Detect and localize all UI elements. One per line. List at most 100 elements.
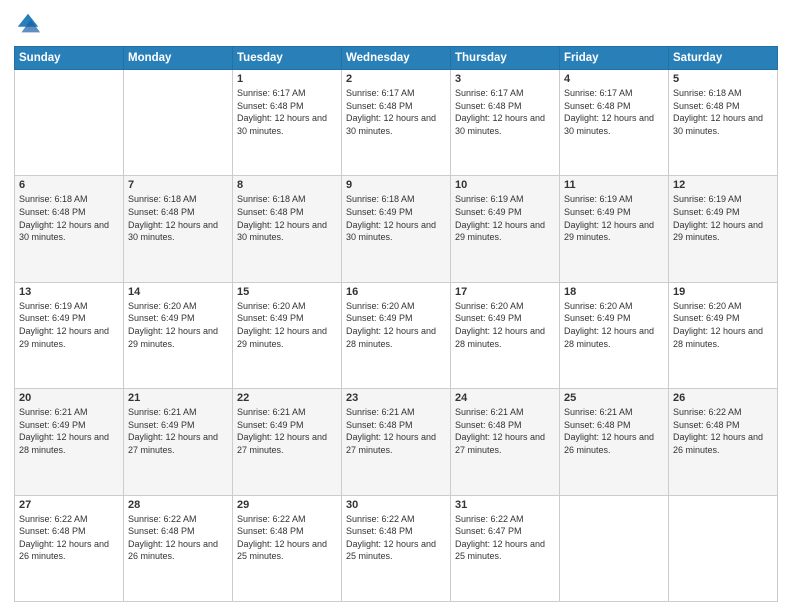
day-info: Sunrise: 6:17 AMSunset: 6:48 PMDaylight:… (564, 87, 664, 137)
day-info: Sunrise: 6:19 AMSunset: 6:49 PMDaylight:… (19, 300, 119, 350)
day-number: 12 (673, 179, 773, 191)
logo (14, 10, 46, 38)
calendar-cell: 6 Sunrise: 6:18 AMSunset: 6:48 PMDaylight… (15, 176, 124, 282)
logo-icon (14, 10, 42, 38)
calendar-cell: 3 Sunrise: 6:17 AMSunset: 6:48 PMDaylight… (451, 70, 560, 176)
day-info: Sunrise: 6:20 AMSunset: 6:49 PMDaylight:… (346, 300, 446, 350)
calendar-cell: 8 Sunrise: 6:18 AMSunset: 6:48 PMDaylight… (233, 176, 342, 282)
calendar-cell: 9Sunrise: 6:18 AMSunset: 6:49 PMDaylight… (342, 176, 451, 282)
day-info: Sunrise: 6:21 AMSunset: 6:48 PMDaylight:… (455, 406, 555, 456)
day-number: 23 (346, 392, 446, 404)
day-info: Sunrise: 6:18 AMSunset: 6:48 PMDaylight:… (128, 193, 228, 243)
calendar-cell (560, 495, 669, 601)
calendar-table: SundayMondayTuesdayWednesdayThursdayFrid… (14, 46, 778, 602)
col-header-wednesday: Wednesday (342, 47, 451, 70)
day-number: 2 (346, 73, 446, 85)
calendar-cell: 18 Sunrise: 6:20 AMSunset: 6:49 PMDayligh… (560, 282, 669, 388)
col-header-thursday: Thursday (451, 47, 560, 70)
col-header-monday: Monday (124, 47, 233, 70)
calendar-cell: 11Sunrise: 6:19 AMSunset: 6:49 PMDayligh… (560, 176, 669, 282)
col-header-sunday: Sunday (15, 47, 124, 70)
calendar-cell: 1 Sunrise: 6:17 AMSunset: 6:48 PMDaylight… (233, 70, 342, 176)
calendar-cell: 10 Sunrise: 6:19 AMSunset: 6:49 PMDayligh… (451, 176, 560, 282)
day-info: Sunrise: 6:18 AMSunset: 6:48 PMDaylight:… (237, 193, 337, 243)
day-number: 28 (128, 499, 228, 511)
calendar-cell: 19Sunrise: 6:20 AMSunset: 6:49 PMDayligh… (669, 282, 778, 388)
day-info: Sunrise: 6:22 AMSunset: 6:48 PMDaylight:… (346, 513, 446, 563)
calendar-cell: 30 Sunrise: 6:22 AMSunset: 6:48 PMDayligh… (342, 495, 451, 601)
calendar-cell: 7Sunrise: 6:18 AMSunset: 6:48 PMDaylight… (124, 176, 233, 282)
day-info: Sunrise: 6:21 AMSunset: 6:49 PMDaylight:… (19, 406, 119, 456)
header (14, 10, 778, 38)
day-number: 25 (564, 392, 664, 404)
day-number: 20 (19, 392, 119, 404)
day-info: Sunrise: 6:20 AMSunset: 6:49 PMDaylight:… (673, 300, 773, 350)
day-number: 14 (128, 286, 228, 298)
calendar-cell: 13 Sunrise: 6:19 AMSunset: 6:49 PMDayligh… (15, 282, 124, 388)
day-info: Sunrise: 6:19 AMSunset: 6:49 PMDaylight:… (673, 193, 773, 243)
day-info: Sunrise: 6:21 AMSunset: 6:48 PMDaylight:… (346, 406, 446, 456)
day-number: 11 (564, 179, 664, 191)
day-info: Sunrise: 6:22 AMSunset: 6:48 PMDaylight:… (19, 513, 119, 563)
calendar-cell: 14Sunrise: 6:20 AMSunset: 6:49 PMDayligh… (124, 282, 233, 388)
calendar-cell: 24 Sunrise: 6:21 AMSunset: 6:48 PMDayligh… (451, 389, 560, 495)
calendar-cell: 12 Sunrise: 6:19 AMSunset: 6:49 PMDayligh… (669, 176, 778, 282)
day-number: 3 (455, 73, 555, 85)
day-info: Sunrise: 6:21 AMSunset: 6:49 PMDaylight:… (128, 406, 228, 456)
day-number: 6 (19, 179, 119, 191)
calendar-cell (669, 495, 778, 601)
day-number: 29 (237, 499, 337, 511)
calendar-cell: 28 Sunrise: 6:22 AMSunset: 6:48 PMDayligh… (124, 495, 233, 601)
day-number: 26 (673, 392, 773, 404)
day-info: Sunrise: 6:17 AMSunset: 6:48 PMDaylight:… (237, 87, 337, 137)
day-number: 16 (346, 286, 446, 298)
calendar-header-row: SundayMondayTuesdayWednesdayThursdayFrid… (15, 47, 778, 70)
day-number: 21 (128, 392, 228, 404)
calendar-cell (15, 70, 124, 176)
day-info: Sunrise: 6:18 AMSunset: 6:48 PMDaylight:… (19, 193, 119, 243)
calendar-week-1: 1 Sunrise: 6:17 AMSunset: 6:48 PMDaylight… (15, 70, 778, 176)
day-number: 10 (455, 179, 555, 191)
calendar-cell: 26 Sunrise: 6:22 AMSunset: 6:48 PMDayligh… (669, 389, 778, 495)
col-header-saturday: Saturday (669, 47, 778, 70)
day-number: 8 (237, 179, 337, 191)
day-number: 17 (455, 286, 555, 298)
calendar-cell: 4 Sunrise: 6:17 AMSunset: 6:48 PMDaylight… (560, 70, 669, 176)
calendar-cell: 22 Sunrise: 6:21 AMSunset: 6:49 PMDayligh… (233, 389, 342, 495)
day-info: Sunrise: 6:22 AMSunset: 6:48 PMDaylight:… (237, 513, 337, 563)
calendar-cell: 29 Sunrise: 6:22 AMSunset: 6:48 PMDayligh… (233, 495, 342, 601)
day-number: 4 (564, 73, 664, 85)
day-info: Sunrise: 6:20 AMSunset: 6:49 PMDaylight:… (564, 300, 664, 350)
calendar-cell: 23 Sunrise: 6:21 AMSunset: 6:48 PMDayligh… (342, 389, 451, 495)
calendar-cell: 5 Sunrise: 6:18 AMSunset: 6:48 PMDaylight… (669, 70, 778, 176)
day-info: Sunrise: 6:20 AMSunset: 6:49 PMDaylight:… (455, 300, 555, 350)
calendar-cell: 15 Sunrise: 6:20 AMSunset: 6:49 PMDayligh… (233, 282, 342, 388)
day-number: 30 (346, 499, 446, 511)
calendar-cell (124, 70, 233, 176)
day-info: Sunrise: 6:18 AMSunset: 6:49 PMDaylight:… (346, 193, 446, 243)
calendar-week-3: 13 Sunrise: 6:19 AMSunset: 6:49 PMDayligh… (15, 282, 778, 388)
page: SundayMondayTuesdayWednesdayThursdayFrid… (0, 0, 792, 612)
day-number: 13 (19, 286, 119, 298)
day-number: 15 (237, 286, 337, 298)
day-info: Sunrise: 6:21 AMSunset: 6:48 PMDaylight:… (564, 406, 664, 456)
day-number: 24 (455, 392, 555, 404)
day-info: Sunrise: 6:22 AMSunset: 6:48 PMDaylight:… (673, 406, 773, 456)
day-info: Sunrise: 6:18 AMSunset: 6:48 PMDaylight:… (673, 87, 773, 137)
day-info: Sunrise: 6:21 AMSunset: 6:49 PMDaylight:… (237, 406, 337, 456)
day-info: Sunrise: 6:22 AMSunset: 6:47 PMDaylight:… (455, 513, 555, 563)
calendar-cell: 25 Sunrise: 6:21 AMSunset: 6:48 PMDayligh… (560, 389, 669, 495)
day-number: 5 (673, 73, 773, 85)
day-info: Sunrise: 6:17 AMSunset: 6:48 PMDaylight:… (455, 87, 555, 137)
calendar-cell: 16 Sunrise: 6:20 AMSunset: 6:49 PMDayligh… (342, 282, 451, 388)
day-info: Sunrise: 6:19 AMSunset: 6:49 PMDaylight:… (455, 193, 555, 243)
day-number: 1 (237, 73, 337, 85)
calendar-week-5: 27Sunrise: 6:22 AMSunset: 6:48 PMDayligh… (15, 495, 778, 601)
day-info: Sunrise: 6:22 AMSunset: 6:48 PMDaylight:… (128, 513, 228, 563)
day-info: Sunrise: 6:20 AMSunset: 6:49 PMDaylight:… (237, 300, 337, 350)
calendar-cell: 2Sunrise: 6:17 AMSunset: 6:48 PMDaylight… (342, 70, 451, 176)
day-number: 18 (564, 286, 664, 298)
col-header-friday: Friday (560, 47, 669, 70)
day-number: 22 (237, 392, 337, 404)
calendar-cell: 27Sunrise: 6:22 AMSunset: 6:48 PMDayligh… (15, 495, 124, 601)
